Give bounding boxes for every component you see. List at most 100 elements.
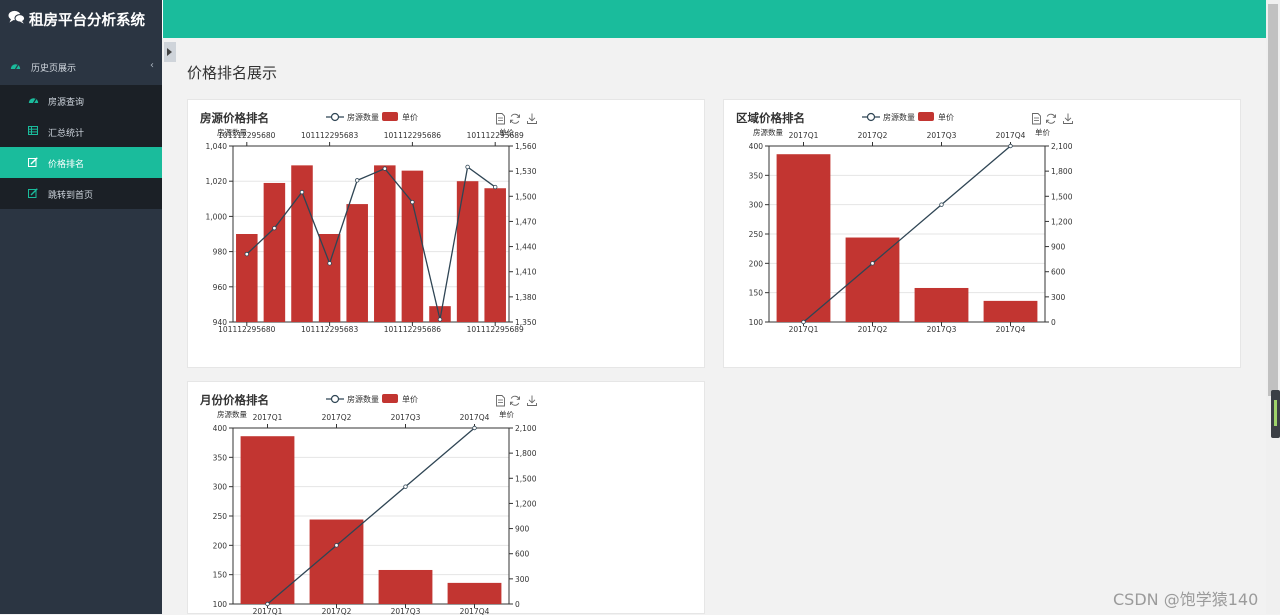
chart-panel-house-price: 房源价格排名 房源数量 单价 房源数量 单价 940 960 980 1,000 1,020 1,0… bbox=[187, 99, 705, 368]
data-view-icon-shape bbox=[496, 113, 505, 125]
bar-单价 bbox=[456, 181, 479, 322]
y-right-tick-label: 2,100 bbox=[515, 424, 537, 433]
y-left-tick-label: 400 bbox=[213, 424, 228, 433]
edit-icon bbox=[28, 188, 38, 201]
sidebar-item-summary[interactable]: 汇总统计 bbox=[0, 116, 162, 147]
y-axis-right-name: 单价 bbox=[499, 409, 514, 419]
legend-label: 单价 bbox=[402, 394, 418, 404]
bar-单价 bbox=[240, 436, 295, 604]
y-right-tick-label: 1,200 bbox=[515, 499, 537, 508]
x-bottom-tick-label: 2017Q3 bbox=[927, 325, 957, 334]
line-point-房源数量 bbox=[410, 199, 415, 205]
line-point-房源数量 bbox=[334, 543, 339, 548]
x-top-tick-label: 2017Q4 bbox=[996, 131, 1026, 140]
legend-bar-marker bbox=[918, 112, 934, 121]
refresh-icon bbox=[1046, 113, 1056, 124]
floating-widget[interactable] bbox=[1271, 390, 1280, 438]
line-point-房源数量 bbox=[382, 166, 387, 171]
refresh-icon bbox=[510, 395, 520, 406]
line-point-房源数量 bbox=[299, 189, 305, 195]
bar-单价 bbox=[484, 188, 506, 322]
line-point-房源数量 bbox=[1008, 143, 1013, 149]
y-left-tick-label: 300 bbox=[213, 483, 228, 492]
chart-title: 房源价格排名 bbox=[200, 111, 269, 125]
chart-toolbox bbox=[1032, 113, 1073, 125]
sidebar-toggle-button[interactable] bbox=[164, 42, 176, 62]
chart-legend: 房源数量 单价 bbox=[326, 112, 418, 122]
sidebar-item-house-query[interactable]: 房源查询 bbox=[0, 85, 162, 116]
legend-line-marker-dot bbox=[866, 112, 876, 122]
menu-group-history[interactable]: 历史页展示 ‹ bbox=[0, 52, 162, 82]
y-right-tick-label: 1,500 bbox=[515, 474, 537, 483]
line-point-房源数量 bbox=[437, 317, 443, 322]
chart-legend: 房源数量 单价 bbox=[862, 112, 954, 122]
app-title: 租房平台分析系统 bbox=[29, 13, 145, 29]
y-right-tick-label: 1,470 bbox=[515, 217, 537, 226]
y-right-tick-label: 0 bbox=[1051, 318, 1056, 327]
refresh-icon-arc bbox=[510, 395, 520, 406]
line-point-房源数量 bbox=[465, 164, 470, 170]
y-left-tick-label: 980 bbox=[213, 248, 228, 257]
sidebar-item-go-home[interactable]: 跳转到首页 bbox=[0, 178, 162, 209]
x-bottom-tick-label: 101112295686 bbox=[384, 325, 441, 334]
line-point-房源数量 bbox=[493, 184, 498, 190]
y-right-tick-label: 1,500 bbox=[1051, 192, 1073, 201]
refresh-icon-arc bbox=[1046, 113, 1056, 124]
y-left-tick-label: 1,020 bbox=[206, 177, 228, 186]
legend-label: 单价 bbox=[402, 112, 418, 122]
bar-单价 bbox=[346, 204, 368, 322]
bar-单价 bbox=[378, 569, 433, 604]
scrollbar-thumb[interactable] bbox=[1268, 4, 1278, 396]
y-right-tick-label: 0 bbox=[515, 600, 520, 609]
x-bottom-tick-label: 2017Q2 bbox=[858, 325, 888, 334]
line-point-房源数量 bbox=[403, 484, 408, 489]
data-view-icon bbox=[496, 395, 505, 407]
y-left-tick-label: 150 bbox=[213, 571, 228, 580]
y-left-tick-label: 300 bbox=[749, 201, 764, 210]
y-right-tick-label: 900 bbox=[1051, 243, 1066, 252]
dashboard-icon bbox=[28, 95, 39, 107]
download-icon bbox=[527, 395, 537, 406]
line-point-房源数量 bbox=[272, 225, 277, 231]
data-view-icon-shape bbox=[496, 395, 505, 407]
top-bar bbox=[162, 0, 1266, 38]
chart-toolbox bbox=[496, 113, 537, 125]
y-right-tick-label: 1,500 bbox=[515, 192, 537, 201]
bar-单价 bbox=[263, 182, 286, 322]
data-view-icon-shape bbox=[1032, 113, 1041, 125]
y-right-tick-label: 1,800 bbox=[1051, 167, 1073, 176]
caret-right-icon bbox=[167, 48, 172, 56]
y-right-tick-label: 1,440 bbox=[515, 243, 537, 252]
y-right-tick-label: 1,800 bbox=[515, 449, 537, 458]
y-left-tick-label: 960 bbox=[213, 283, 228, 292]
y-left-tick-label: 100 bbox=[749, 318, 764, 327]
y-right-tick-label: 300 bbox=[515, 575, 530, 584]
y-left-tick-label: 350 bbox=[749, 171, 764, 180]
download-icon-shape bbox=[527, 113, 537, 124]
y-left-tick-label: 200 bbox=[749, 259, 764, 268]
sidebar-item-label: 跳转到首页 bbox=[48, 191, 94, 201]
sidebar-item-price-rank[interactable]: 价格排名 bbox=[0, 147, 162, 178]
data-view-icon bbox=[1032, 113, 1041, 125]
y-right-tick-label: 2,100 bbox=[1051, 142, 1073, 151]
bar-单价 bbox=[291, 165, 313, 322]
x-top-tick-label: 2017Q2 bbox=[858, 131, 888, 140]
app-logo[interactable]: 租房平台分析系统 bbox=[0, 0, 162, 38]
x-top-tick-label: 2017Q1 bbox=[253, 413, 283, 422]
download-icon bbox=[527, 113, 537, 124]
level-indicator bbox=[1274, 400, 1277, 426]
x-top-tick-label: 101112295686 bbox=[384, 131, 441, 140]
legend-line-marker-dot bbox=[330, 112, 340, 122]
menu-group-label: 历史页展示 bbox=[31, 64, 77, 74]
divider bbox=[162, 0, 163, 38]
x-top-tick-label: 2017Q1 bbox=[789, 131, 819, 140]
refresh-icon-arc bbox=[510, 113, 520, 124]
y-axis-right-name: 单价 bbox=[1035, 127, 1051, 137]
bar-单价 bbox=[374, 165, 396, 322]
y-right-tick-label: 600 bbox=[1051, 268, 1066, 277]
x-bottom-tick-label: 101112295680 bbox=[218, 325, 275, 334]
line-point-房源数量 bbox=[939, 202, 944, 207]
legend-label: 房源数量 bbox=[347, 112, 379, 122]
y-left-tick-label: 400 bbox=[749, 142, 764, 151]
y-left-tick-label: 350 bbox=[213, 453, 228, 462]
